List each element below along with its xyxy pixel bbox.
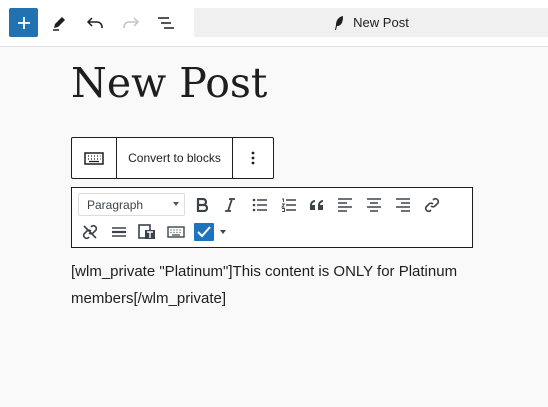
chevron-down-icon (173, 202, 179, 206)
add-block-button[interactable] (9, 8, 38, 37)
remove-link-button[interactable] (79, 221, 101, 243)
text-color-button[interactable] (194, 221, 228, 243)
block-type-button[interactable] (72, 138, 116, 178)
format-select-value: Paragraph (87, 197, 144, 212)
document-overview-button[interactable] (150, 7, 182, 39)
more-vertical-icon (251, 151, 255, 165)
document-bar[interactable]: New Post (194, 8, 548, 37)
italic-icon (225, 198, 235, 212)
horizontal-line-button[interactable] (108, 221, 130, 243)
classic-editor-toolbar: Paragraph (71, 187, 473, 248)
keyboard-icon (167, 226, 185, 238)
undo-button[interactable] (79, 7, 111, 39)
redo-button[interactable] (115, 7, 147, 39)
classic-block-content[interactable]: [wlm_private "Platinum"]This content is … (71, 258, 471, 312)
undo-icon (86, 17, 103, 28)
numbered-list-icon (281, 198, 296, 212)
paste-text-icon (138, 224, 155, 239)
align-right-icon (396, 198, 410, 212)
bold-button[interactable] (191, 194, 213, 216)
align-left-button[interactable] (334, 194, 356, 216)
blockquote-button[interactable] (306, 194, 328, 216)
chevron-down-icon (220, 230, 226, 234)
align-right-button[interactable] (392, 194, 414, 216)
format-select[interactable]: Paragraph (78, 193, 185, 216)
paste-as-text-button[interactable] (136, 221, 158, 243)
bold-icon (196, 198, 208, 212)
text-color-icon (194, 223, 214, 241)
keyboard-icon (84, 151, 104, 165)
keyboard-shortcuts-button[interactable] (165, 221, 187, 243)
italic-button[interactable] (219, 194, 241, 216)
editor-header: New Post (0, 0, 548, 47)
insert-link-button[interactable] (421, 194, 443, 216)
plus-icon (17, 16, 30, 29)
pencil-icon (53, 17, 65, 31)
convert-to-blocks-button[interactable]: Convert to blocks (116, 138, 232, 178)
list-view-icon (158, 17, 174, 29)
block-toolbar: Convert to blocks (71, 137, 274, 179)
horizontal-line-icon (112, 227, 126, 237)
unlink-icon (82, 224, 98, 240)
quill-icon (335, 15, 344, 30)
blockquote-icon (310, 200, 323, 210)
document-title: New Post (353, 15, 409, 30)
numbered-list-button[interactable] (278, 194, 300, 216)
align-left-icon (338, 198, 352, 212)
link-icon (424, 197, 440, 213)
tools-button[interactable] (43, 7, 75, 39)
align-center-button[interactable] (363, 194, 385, 216)
bulleted-list-icon (252, 198, 267, 212)
redo-icon (123, 17, 140, 28)
align-center-icon (367, 198, 381, 212)
block-options-button[interactable] (232, 138, 273, 178)
post-title[interactable]: New Post (71, 58, 267, 108)
bulleted-list-button[interactable] (249, 194, 271, 216)
